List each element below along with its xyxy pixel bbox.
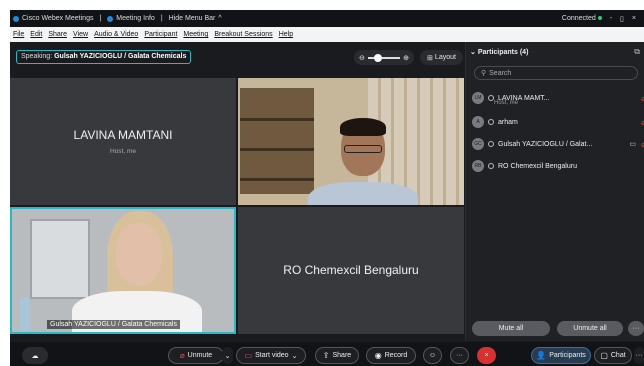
chat-button[interactable]: ▢ Chat [594, 347, 632, 364]
meeting-info-button[interactable]: Meeting Info [107, 15, 155, 22]
zoom-out-icon[interactable]: ⊖ [359, 54, 365, 62]
panel-title[interactable]: ⌄ Participants (4) [470, 48, 528, 56]
menu-view[interactable]: View [73, 31, 88, 38]
video-camera-icon: ▭ [629, 141, 636, 148]
list-item[interactable]: RB RO Chemexcil Bengaluru [472, 155, 642, 177]
tile-role: Host, me [109, 148, 136, 155]
title-bar: Cisco Webex Meetings | Meeting Info | Hi… [10, 10, 644, 27]
menu-share[interactable]: Share [48, 31, 67, 38]
menu-meeting[interactable]: Meeting [183, 31, 208, 38]
app-title: Cisco Webex Meetings [22, 15, 94, 22]
list-item[interactable]: GC Gulsah YAZICIOGLU / Galat... ▭ ⌀ [472, 133, 644, 155]
start-video-button[interactable]: ▭ Start video ⌄ [236, 347, 306, 364]
webex-logo: Cisco Webex Meetings [13, 15, 93, 22]
unmute-button[interactable]: ⌀ Unmute [168, 347, 224, 364]
list-item[interactable]: A arham ⌀ [472, 111, 644, 133]
list-item[interactable]: LM LAVINA MAMT... Host, me ⌀ [472, 85, 644, 111]
video-tile-ro[interactable]: RO Chemexcil Bengaluru [238, 207, 464, 334]
participant-search-input[interactable]: ⚲ Search [474, 66, 638, 80]
hide-menu-bar-button[interactable]: Hide Menu Bar ^ [169, 15, 222, 22]
participant-face [116, 223, 162, 285]
mic-icon [488, 119, 494, 125]
title-separator-2: | [160, 15, 163, 22]
avatar: A [472, 116, 484, 128]
chevron-down-icon: ⌄ [470, 49, 476, 56]
avatar: GC [472, 138, 484, 150]
menu-breakout-sessions[interactable]: Breakout Sessions [214, 31, 272, 38]
chat-icon: ▢ [600, 351, 608, 360]
share-icon: ⇪ [322, 351, 330, 360]
info-icon [107, 15, 114, 22]
mic-icon [488, 141, 494, 147]
webex-icon [13, 15, 19, 22]
close-window-button[interactable]: × [632, 15, 636, 22]
popout-icon[interactable]: ⧉ [634, 47, 640, 57]
participant-list: LM LAVINA MAMT... Host, me ⌀ A arham ⌀ G… [472, 85, 644, 177]
stage-toolbar: Speaking: Gulsah YAZICIOGLU / Galata Che… [10, 42, 465, 76]
speaker-name: Gulsah YAZICIOGLU / Galata Chemicals [54, 53, 187, 60]
share-button[interactable]: ⇪ Share [315, 347, 359, 364]
participant-body [308, 182, 418, 205]
record-icon: ◉ [374, 351, 382, 360]
video-tile-arham[interactable] [238, 78, 464, 205]
speaking-indicator: Speaking: Gulsah YAZICIOGLU / Galata Che… [16, 50, 192, 64]
chevron-down-icon: ⌄ [291, 352, 298, 360]
unmute-all-button[interactable]: Unmute all [557, 321, 623, 336]
grid-icon: ⊞ [427, 54, 433, 62]
meeting-window: Speaking: Gulsah YAZICIOGLU / Galata Che… [10, 42, 644, 366]
people-icon: 👤 [536, 351, 547, 360]
more-options-button[interactable]: ··· [628, 321, 644, 336]
connected-status: Connected [562, 15, 602, 22]
participant-glasses [344, 145, 382, 153]
menu-audio-video[interactable]: Audio & Video [94, 31, 138, 38]
chevron-up-icon: ^ [218, 15, 222, 22]
menu-file[interactable]: File [13, 31, 24, 38]
muted-mic-icon: ⌀ [179, 351, 185, 360]
layout-button[interactable]: ⊞ Layout [420, 50, 463, 65]
window-controls: Connected - ▯ × [562, 15, 636, 23]
mute-all-button[interactable]: Mute all [472, 321, 550, 336]
tile-name: RO Chemexcil Bengaluru [283, 263, 419, 277]
maximize-button[interactable]: ▯ [620, 15, 624, 23]
search-icon: ⚲ [481, 70, 487, 77]
video-off-icon: ▭ [244, 351, 253, 360]
menu-participant[interactable]: Participant [144, 31, 177, 38]
video-tile-host[interactable]: LAVINA MAMTANI Host, me [10, 78, 236, 205]
bookshelf-image [240, 88, 314, 194]
avatar: LM [472, 92, 484, 104]
participants-panel: ⌄ Participants (4) ⧉ ⚲ Search LM LAVINA … [465, 42, 644, 341]
bottle-image [20, 297, 30, 331]
zoom-track[interactable] [367, 53, 401, 62]
connected-dot-icon [597, 16, 602, 20]
title-separator: | [99, 15, 102, 22]
end-meeting-button[interactable]: × [477, 347, 496, 364]
minimize-button[interactable]: - [610, 15, 612, 22]
zoom-in-icon[interactable]: ⊕ [403, 54, 409, 62]
more-panels-button[interactable]: ··· [634, 347, 644, 364]
tile-name-label: Gulsah YAZICIOGLU / Galata Chemicals [47, 320, 180, 329]
participants-button[interactable]: 👤 Participants [531, 347, 591, 364]
video-tile-gulsah[interactable]: Gulsah YAZICIOGLU / Galata Chemicals [10, 207, 236, 334]
mic-icon [488, 163, 494, 169]
menu-help[interactable]: Help [279, 31, 293, 38]
zoom-knob[interactable] [373, 53, 382, 62]
audio-video-settings-icon[interactable]: ☁ [22, 347, 48, 364]
zoom-slider[interactable]: ⊖ ⊕ [354, 50, 414, 65]
window-image [30, 219, 90, 299]
reactions-button[interactable]: ☺ [423, 347, 442, 364]
audio-options-chevron-icon[interactable]: ⌄ [222, 347, 233, 364]
tile-name: LAVINA MAMTANI [73, 128, 173, 142]
control-bar: ☁ ⌀ Unmute ⌄ ▭ Start video ⌄ ⇪ Share ◉ Record… [10, 342, 644, 366]
participant-hair [340, 118, 386, 136]
record-button[interactable]: ◉ Record [366, 347, 416, 364]
menu-edit[interactable]: Edit [30, 31, 42, 38]
menu-bar: File Edit Share View Audio & Video Parti… [10, 27, 644, 42]
avatar: RB [472, 160, 484, 172]
more-button[interactable]: ··· [450, 347, 469, 364]
